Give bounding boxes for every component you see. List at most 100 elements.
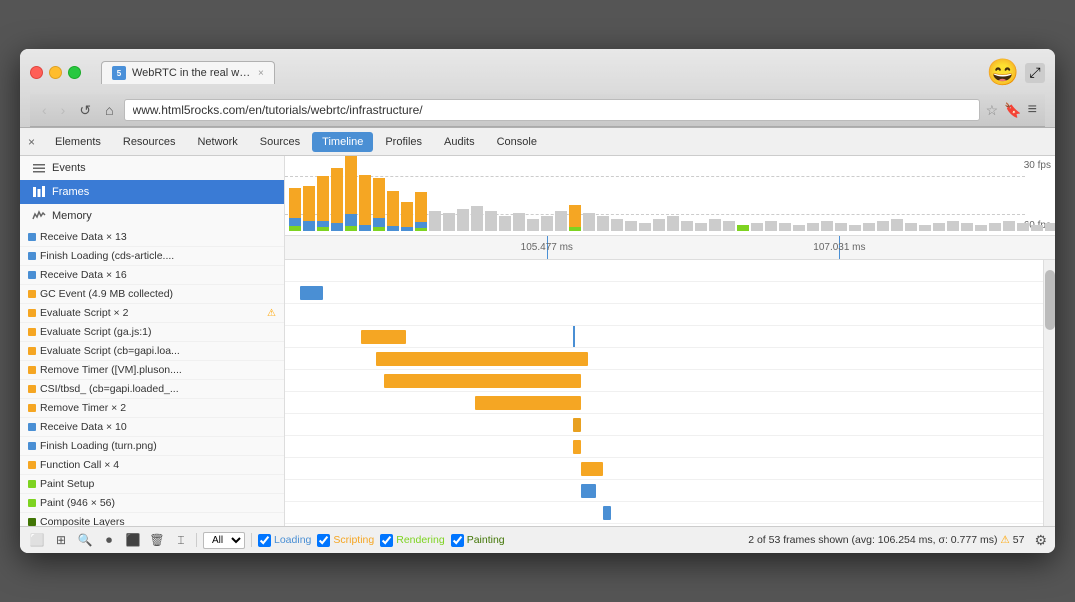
frame-bar[interactable] — [779, 223, 791, 231]
frame-bar[interactable] — [583, 213, 595, 231]
filter-painting[interactable]: Painting — [451, 534, 505, 547]
frame-bar[interactable] — [975, 225, 987, 231]
menu-item-audits[interactable]: Audits — [434, 132, 485, 152]
frame-bar[interactable] — [835, 223, 847, 231]
menu-icon[interactable]: ≡ — [1028, 101, 1037, 119]
frame-bar[interactable] — [919, 225, 931, 231]
timeline-row[interactable] — [285, 458, 1043, 480]
event-item[interactable]: Receive Data × 10 — [20, 418, 284, 437]
frame-bar[interactable] — [933, 223, 945, 231]
event-item[interactable]: Evaluate Script (ga.js:1) — [20, 323, 284, 342]
sidebar-item-memory[interactable]: Memory — [20, 204, 284, 228]
frame-bar[interactable] — [499, 216, 511, 231]
frame-bar[interactable] — [345, 156, 357, 231]
devtools-close-button[interactable]: × — [28, 135, 35, 149]
forward-button[interactable]: › — [57, 100, 70, 120]
extension-icon[interactable]: 🔖 — [1004, 102, 1021, 119]
frame-bar[interactable] — [429, 211, 441, 231]
frame-bar[interactable] — [807, 223, 819, 231]
filter-rendering[interactable]: Rendering — [380, 534, 444, 547]
frame-bar[interactable] — [653, 219, 665, 231]
frame-bar[interactable] — [569, 205, 581, 231]
timeline-row[interactable] — [285, 348, 1043, 370]
frame-bar[interactable] — [821, 221, 833, 231]
event-item[interactable]: Composite Layers — [20, 513, 284, 526]
frame-bar[interactable] — [401, 202, 413, 231]
frame-bar[interactable] — [989, 223, 1001, 231]
frame-bar[interactable] — [625, 221, 637, 231]
frame-bar[interactable] — [513, 213, 525, 231]
timeline-row[interactable] — [285, 524, 1043, 526]
frame-bar[interactable] — [863, 223, 875, 231]
filter-scripting[interactable]: Scripting — [317, 534, 374, 547]
menu-item-profiles[interactable]: Profiles — [375, 132, 432, 152]
stop-button[interactable]: ⬛ — [124, 531, 142, 549]
event-item[interactable]: Evaluate Script × 2⚠ — [20, 304, 284, 323]
maximize-button[interactable] — [68, 66, 81, 79]
frame-bar[interactable] — [457, 209, 469, 231]
menu-item-timeline[interactable]: Timeline — [312, 132, 373, 152]
close-button[interactable] — [30, 66, 43, 79]
filter-loading[interactable]: Loading — [258, 534, 311, 547]
frame-bar[interactable] — [541, 216, 553, 231]
address-input[interactable] — [124, 99, 980, 121]
frame-bar[interactable] — [387, 191, 399, 231]
sidebar-item-frames[interactable]: Frames — [20, 180, 284, 204]
event-item[interactable]: Paint Setup — [20, 475, 284, 494]
frame-bar[interactable] — [947, 221, 959, 231]
menu-item-resources[interactable]: Resources — [113, 132, 186, 152]
event-item[interactable]: Remove Timer × 2 — [20, 399, 284, 418]
event-item[interactable]: Finish Loading (cds-article.... — [20, 247, 284, 266]
event-item[interactable]: Evaluate Script (cb=gapi.loa... — [20, 342, 284, 361]
frame-bar[interactable] — [1017, 223, 1029, 231]
event-item[interactable]: Function Call × 4 — [20, 456, 284, 475]
record-button[interactable]: ⏺ — [100, 531, 118, 549]
frame-bar[interactable] — [317, 176, 329, 231]
menu-item-console[interactable]: Console — [487, 132, 547, 152]
event-item[interactable]: Remove Timer ([VM].pluson.... — [20, 361, 284, 380]
frame-bar[interactable] — [303, 186, 315, 231]
select-button[interactable]: ⊞ — [52, 531, 70, 549]
frame-bar[interactable] — [359, 175, 371, 231]
event-item[interactable]: Receive Data × 13 — [20, 228, 284, 247]
clear-button[interactable]: 🗑 — [148, 531, 166, 549]
frame-bar[interactable] — [597, 216, 609, 231]
filter-select[interactable]: All — [203, 532, 245, 549]
menu-item-network[interactable]: Network — [187, 132, 247, 152]
frame-bar[interactable] — [681, 221, 693, 231]
timeline-rows[interactable] — [285, 260, 1043, 526]
frame-bar[interactable] — [709, 219, 721, 231]
timeline-row[interactable] — [285, 260, 1043, 282]
minimize-button[interactable] — [49, 66, 62, 79]
menu-item-elements[interactable]: Elements — [45, 132, 111, 152]
tab-close-button[interactable]: × — [258, 68, 264, 79]
timeline-scrollbar[interactable] — [1043, 260, 1055, 526]
timeline-row[interactable] — [285, 304, 1043, 326]
frame-bar[interactable] — [751, 223, 763, 231]
frame-bar[interactable] — [471, 206, 483, 231]
scrollbar-thumb[interactable] — [1045, 270, 1055, 330]
select-mode-button[interactable]: ⌶ — [172, 531, 190, 549]
settings-button[interactable]: ⚙ — [1034, 532, 1047, 549]
menu-item-sources[interactable]: Sources — [250, 132, 310, 152]
browser-tab[interactable]: 5 WebRTC in the real world... × — [101, 61, 275, 84]
frame-bar[interactable] — [527, 219, 539, 231]
frame-bar[interactable] — [1045, 223, 1055, 231]
frame-bar[interactable] — [331, 168, 343, 231]
event-item[interactable]: GC Event (4.9 MB collected) — [20, 285, 284, 304]
frame-bar[interactable] — [639, 223, 651, 231]
window-resize-button[interactable]: ⤢ — [1025, 63, 1045, 83]
timeline-row[interactable] — [285, 502, 1043, 524]
frame-bar[interactable] — [485, 211, 497, 231]
timeline-row[interactable] — [285, 326, 1043, 348]
frame-bar[interactable] — [737, 225, 749, 231]
frame-bar[interactable] — [555, 211, 567, 231]
frame-bar[interactable] — [1031, 225, 1043, 231]
frame-bar[interactable] — [765, 221, 777, 231]
frame-bar[interactable] — [611, 219, 623, 231]
home-button[interactable]: ⌂ — [101, 100, 117, 120]
dock-button[interactable]: ⬜ — [28, 531, 46, 549]
timeline-row[interactable] — [285, 436, 1043, 458]
bookmark-icon[interactable]: ☆ — [986, 102, 999, 119]
timeline-row[interactable] — [285, 414, 1043, 436]
